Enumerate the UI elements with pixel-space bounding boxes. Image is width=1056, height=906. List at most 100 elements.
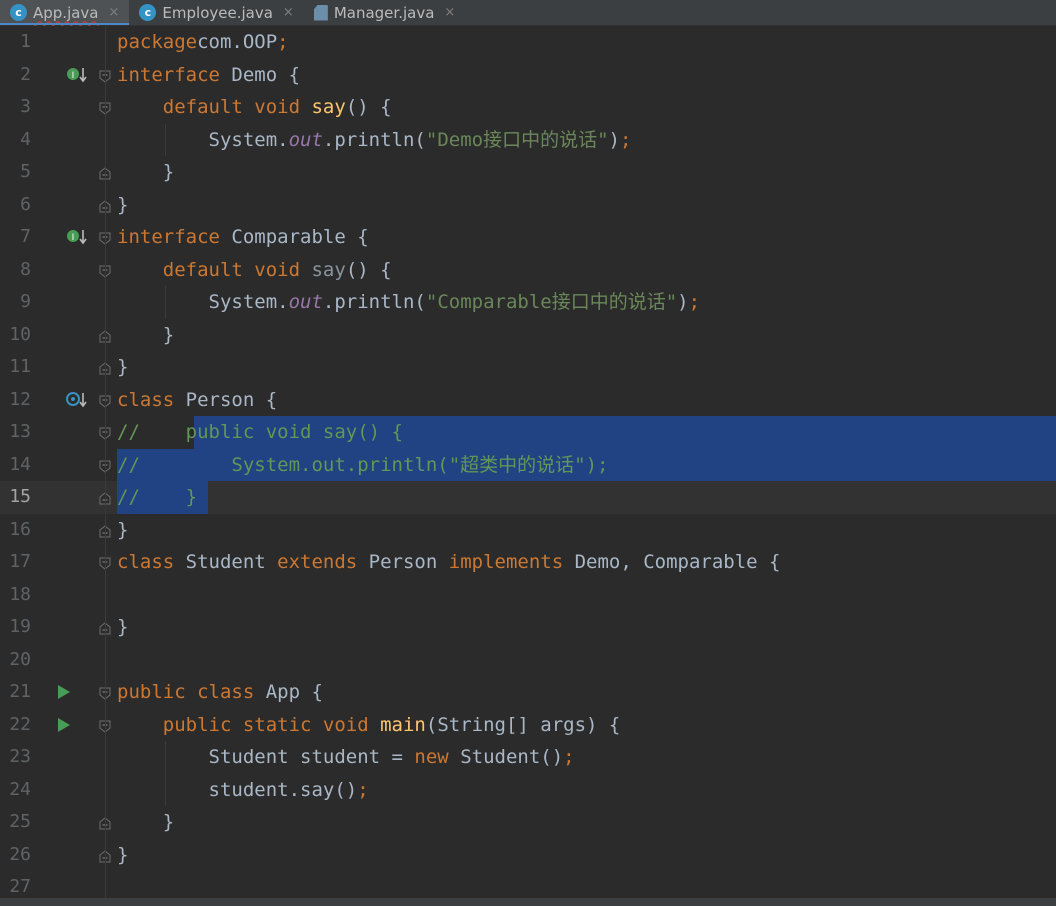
code-token: (String[] args) { xyxy=(425,713,621,736)
line-number: 1 xyxy=(20,31,31,52)
line-number: 10 xyxy=(9,323,31,345)
line-number: 12 xyxy=(9,388,31,410)
code-text[interactable]: // public void say() { xyxy=(117,416,403,449)
code-token: main xyxy=(380,713,426,736)
code-line[interactable]: 11} xyxy=(0,351,1056,384)
code-token: implements xyxy=(448,551,575,573)
editor-bottom-bar xyxy=(0,898,1056,906)
run-icon[interactable] xyxy=(57,684,71,699)
line-number: 16 xyxy=(9,518,31,540)
code-token: System. xyxy=(117,291,289,313)
code-token: say xyxy=(311,96,346,118)
code-token: public static void xyxy=(162,713,381,736)
code-token: Student() xyxy=(460,746,564,768)
code-token: say xyxy=(311,258,346,281)
code-text[interactable]: public static void main(String[] args) { xyxy=(117,709,621,742)
code-line[interactable]: 23 Student student = new Student(); xyxy=(0,741,1056,774)
close-icon[interactable]: × xyxy=(109,5,120,20)
implemented-interface-icon[interactable]: I xyxy=(66,66,87,82)
code-token: out xyxy=(288,291,323,313)
code-token: App { xyxy=(265,681,323,703)
code-line[interactable]: 24 student.say(); xyxy=(0,774,1056,807)
code-token: "Comparable接口中的说话" xyxy=(425,291,678,313)
code-line[interactable]: 10 } xyxy=(0,319,1056,352)
code-line[interactable]: 15 // } xyxy=(0,481,1056,514)
code-line[interactable]: 2 Iinterface Demo { xyxy=(0,59,1056,92)
code-token: } xyxy=(117,518,129,541)
code-text[interactable]: } xyxy=(117,611,128,644)
code-text[interactable]: } xyxy=(117,514,128,547)
code-line[interactable]: 7 Iinterface Comparable { xyxy=(0,221,1056,254)
line-number: 2 xyxy=(20,63,31,85)
code-text[interactable]: interface Comparable { xyxy=(117,221,369,254)
tab-employee-java[interactable]: c Employee.java × xyxy=(129,0,303,25)
code-token: Student student = xyxy=(117,746,415,768)
tab-app-java[interactable]: c App.java × xyxy=(0,0,130,25)
code-token: student.say() xyxy=(117,778,358,801)
code-line[interactable]: 22 public static void main(String[] args… xyxy=(0,709,1056,742)
java-file-icon xyxy=(313,4,328,21)
code-line[interactable]: 17 class Student extends Person implement… xyxy=(0,546,1056,579)
code-line[interactable]: 16} xyxy=(0,514,1056,547)
implemented-interface-icon[interactable]: I xyxy=(66,228,87,245)
code-text[interactable]: public class App { xyxy=(117,676,323,709)
line-number: 5 xyxy=(20,161,31,182)
code-token: Student xyxy=(185,551,278,573)
line-number: 24 xyxy=(9,778,31,800)
line-number: 6 xyxy=(20,193,31,215)
code-line[interactable]: 12 class Person { xyxy=(0,384,1056,417)
code-text[interactable]: } xyxy=(117,839,128,872)
line-number: 23 xyxy=(9,746,31,767)
code-text[interactable]: } xyxy=(117,351,128,384)
code-text[interactable]: } xyxy=(117,319,174,352)
code-line[interactable]: 13 // public void say() { xyxy=(0,416,1056,449)
code-line[interactable]: 21 public class App { xyxy=(0,676,1056,709)
code-text[interactable]: } xyxy=(117,156,174,189)
code-token: } xyxy=(117,616,129,638)
line-number: 25 xyxy=(9,811,31,832)
code-token: System. xyxy=(117,128,289,151)
code-token: } xyxy=(117,193,129,216)
code-text[interactable]: } xyxy=(117,806,174,839)
code-text[interactable]: interface Demo { xyxy=(117,59,300,92)
code-text[interactable]: Student student = new Student(); xyxy=(117,741,575,774)
code-line[interactable]: 25 } xyxy=(0,806,1056,839)
code-token: default void xyxy=(162,258,312,281)
code-text[interactable]: System.out.println("Comparable接口中的说话"); xyxy=(117,286,701,319)
code-text[interactable]: // } xyxy=(117,481,197,514)
code-line[interactable]: 26} xyxy=(0,839,1056,872)
code-text[interactable]: default void say() { xyxy=(117,254,392,287)
tab-label: App.java xyxy=(33,3,99,22)
code-text[interactable]: default void say() { xyxy=(117,91,392,124)
code-text[interactable]: student.say(); xyxy=(117,774,369,807)
code-text[interactable]: System.out.println("Demo接口中的说话"); xyxy=(117,124,632,157)
code-line[interactable]: 5 } xyxy=(0,156,1056,189)
code-line[interactable]: 4 System.out.println("Demo接口中的说话"); xyxy=(0,124,1056,157)
subclassed-icon[interactable] xyxy=(66,391,87,407)
code-line[interactable]: 9 System.out.println("Comparable接口中的说话")… xyxy=(0,286,1056,319)
code-line[interactable]: 20 xyxy=(0,644,1056,677)
code-token: () { xyxy=(345,258,392,281)
close-icon[interactable]: × xyxy=(283,5,294,20)
tab-manager-java[interactable]: Manager.java × xyxy=(304,0,465,25)
code-text[interactable]: // System.out.println("超类中的说话"); xyxy=(117,449,609,482)
code-text[interactable]: class Person { xyxy=(117,384,277,417)
code-line[interactable]: 18 xyxy=(0,579,1056,612)
run-icon[interactable] xyxy=(57,717,71,732)
code-editor[interactable]: 1 packagecom.OOP; 2 Iinterface Demo {3 defa… xyxy=(0,26,1056,898)
code-line[interactable]: 1 packagecom.OOP; xyxy=(0,26,1056,59)
line-number: 17 xyxy=(9,551,31,572)
code-token: package xyxy=(117,31,198,53)
line-number: 22 xyxy=(9,713,31,735)
code-line[interactable]: 19} xyxy=(0,611,1056,644)
code-token: .println( xyxy=(322,128,426,151)
code-line[interactable]: 3 default void say() { xyxy=(0,91,1056,124)
code-line[interactable]: 6} xyxy=(0,189,1056,222)
close-icon[interactable]: × xyxy=(444,5,455,20)
code-text[interactable]: } xyxy=(117,189,128,222)
code-text[interactable]: packagecom.OOP; xyxy=(117,26,289,59)
code-line[interactable]: 8 default void say() { xyxy=(0,254,1056,287)
code-line[interactable]: 14 // System.out.println("超类中的说话"); xyxy=(0,448,1056,482)
code-text[interactable]: class Student extends Person implements … xyxy=(117,546,781,579)
